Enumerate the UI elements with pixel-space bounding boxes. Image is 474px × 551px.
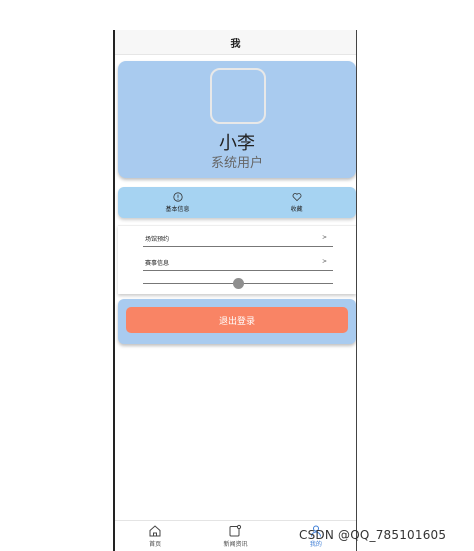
favorites-button[interactable]: 收藏 — [237, 187, 356, 218]
favorites-label: 收藏 — [290, 206, 303, 213]
shortcut-bar: 基本信息 收藏 — [118, 187, 356, 218]
basic-info-button[interactable]: 基本信息 — [118, 187, 237, 218]
menu-list: 场馆预约 > 赛事信息 > — [118, 225, 356, 294]
news-icon — [229, 524, 242, 537]
tab-home[interactable]: 首页 — [115, 521, 195, 551]
page-title: 我 — [115, 30, 356, 55]
phone-screen: 我 小李 系统用户 基本信息 收藏 场馆预约 > 赛事信息 > 退出登录 首页 … — [113, 30, 357, 551]
info-icon — [172, 192, 183, 202]
logout-button[interactable]: 退出登录 — [126, 307, 348, 333]
heart-icon — [292, 193, 301, 202]
chevron-right-icon: > — [321, 234, 327, 241]
venue-booking-label: 场馆预约 — [145, 236, 170, 243]
profile-card: 小李 系统用户 — [118, 61, 356, 178]
basic-info-label: 基本信息 — [165, 206, 190, 213]
event-info-label: 赛事信息 — [145, 260, 170, 267]
avatar[interactable] — [210, 68, 266, 124]
chevron-right-icon: > — [321, 258, 327, 265]
tab-news[interactable]: 新闻资讯 — [195, 521, 275, 551]
list-item-venue-booking[interactable]: 场馆预约 > — [143, 232, 333, 247]
home-icon — [149, 525, 161, 537]
tab-news-label: 新闻资讯 — [223, 541, 248, 548]
profile-role: 系统用户 — [210, 156, 263, 171]
tab-home-label: 首页 — [149, 541, 162, 548]
list-item-event-info[interactable]: 赛事信息 > — [143, 256, 333, 271]
watermark: CSDN @QQ_785101605 — [299, 528, 447, 542]
slider-thumb[interactable] — [233, 278, 244, 289]
logout-card: 退出登录 — [118, 299, 356, 344]
slider[interactable] — [143, 278, 333, 289]
